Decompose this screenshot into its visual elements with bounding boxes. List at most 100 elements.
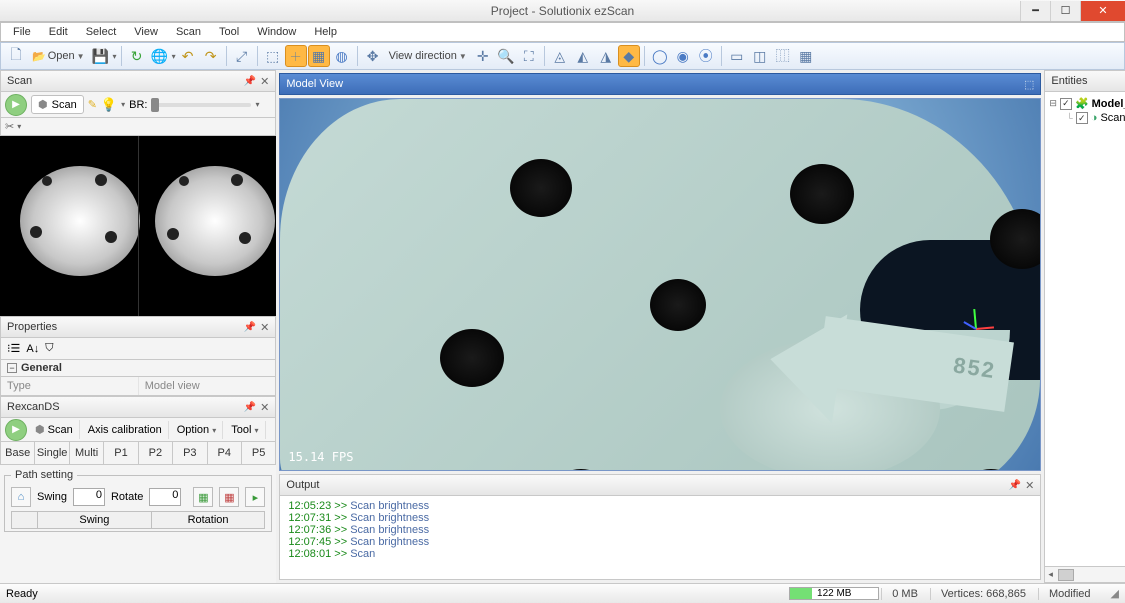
menu-window[interactable]: Window (249, 24, 304, 40)
rex-option-menu[interactable]: Option ▾ (171, 421, 224, 439)
rex-tab-p3[interactable]: P3 (173, 442, 207, 464)
window-close-button[interactable]: ✕ (1080, 1, 1125, 21)
circle-c-icon[interactable]: ⦿ (695, 45, 717, 67)
rex-tab-p2[interactable]: P2 (139, 442, 173, 464)
rex-tab-p4[interactable]: P4 (208, 442, 242, 464)
log-line: 12:05:23 >> Scan brightness (288, 500, 1032, 512)
menu-help[interactable]: Help (306, 24, 345, 40)
output-panel-header[interactable]: Output 📌 ✕ (279, 474, 1041, 496)
close-icon[interactable]: ✕ (260, 401, 269, 414)
maximize-view-icon[interactable]: ⬚ (1024, 78, 1034, 91)
circle-b-icon[interactable]: ◉ (672, 45, 694, 67)
properties-panel-header[interactable]: Properties 📌 ✕ (0, 316, 276, 338)
titlebar: Project - Solutionix ezScan ━ ☐ ✕ (0, 0, 1125, 22)
scissors-icon[interactable]: ✂ (5, 120, 14, 133)
tree-root-row[interactable]: ⊟ ✓ 🧩 Model_140515 (1049, 96, 1125, 111)
close-icon[interactable]: ✕ (260, 321, 269, 334)
menu-scan[interactable]: Scan (168, 24, 209, 40)
layout-3-icon[interactable]: ⿲ (772, 45, 794, 67)
status-vertices: Vertices: 668,865 (930, 588, 1036, 600)
pin-icon[interactable]: 📌 (244, 322, 256, 333)
rex-scan-trigger-button[interactable]: ▶ (5, 419, 27, 441)
surface-orange-icon[interactable]: ▦ (308, 45, 330, 67)
rex-scan-tool[interactable]: ⬢ Scan (29, 420, 80, 439)
sphere-blue-icon[interactable]: ◍ (331, 45, 353, 67)
filter-icon[interactable]: ⛉ (45, 342, 53, 355)
layout-2-icon[interactable]: ◫ (749, 45, 771, 67)
open-button[interactable]: 📂Open▼ (28, 50, 89, 63)
wand-icon[interactable]: ✎ (88, 98, 97, 111)
output-log[interactable]: 12:05:23 >> Scan brightness12:07:31 >> S… (279, 496, 1041, 580)
bulb-icon[interactable]: 💡 (101, 97, 117, 113)
tree-child-row[interactable]: └ ✓ ◑ Scan_140515_12 (1049, 111, 1125, 125)
layout-1-icon[interactable]: ▭ (726, 45, 748, 67)
expander-icon[interactable]: ⊟ (1049, 98, 1057, 109)
rex-tab-p1[interactable]: P1 (104, 442, 138, 464)
scan-chip[interactable]: ⬢Scan (31, 95, 84, 114)
rex-tab-single[interactable]: Single (35, 442, 69, 464)
rotate-input[interactable]: 0 (149, 488, 181, 506)
entities-panel-header[interactable]: Entities 📌 ✕ (1044, 70, 1125, 92)
window-maximize-button[interactable]: ☐ (1050, 1, 1080, 21)
mirror-b-icon[interactable]: ◭ (572, 45, 594, 67)
entities-tree[interactable]: ⊟ ✓ 🧩 Model_140515 └ ✓ ◑ Scan_140515_12 (1044, 92, 1125, 567)
redo-icon[interactable]: ↷ (200, 45, 222, 67)
log-line: 12:07:31 >> Scan brightness (288, 512, 1032, 524)
zoom-fit-icon[interactable]: ⛶ (518, 45, 540, 67)
sort-az-icon[interactable]: A↓ (26, 343, 39, 355)
rexcands-panel-header[interactable]: RexcanDS 📌 ✕ (0, 396, 276, 418)
scan-small-toolbar: ✂▾ (0, 118, 276, 136)
path-table-header: Swing Rotation (11, 511, 265, 529)
swing-input[interactable]: 0 (73, 488, 105, 506)
axis-orange-icon[interactable]: 🞡 (285, 45, 307, 67)
checkbox[interactable]: ✓ (1076, 112, 1088, 124)
model-view-header[interactable]: Model View ⬚ (279, 73, 1041, 95)
rex-axis-calibration[interactable]: Axis calibration (82, 421, 169, 439)
scan-panel-header[interactable]: Scan 📌 ✕ (0, 70, 276, 92)
pin-icon[interactable]: 📌 (244, 402, 256, 413)
model-view-viewport[interactable]: 852 15.14 FPS (279, 98, 1041, 471)
remove-path-icon[interactable]: ▦ (219, 487, 239, 507)
save-icon[interactable]: 💾 (90, 45, 112, 67)
close-icon[interactable]: ✕ (1025, 479, 1034, 492)
zoom-in-icon[interactable]: 🔍 (495, 45, 517, 67)
window-minimize-button[interactable]: ━ (1020, 1, 1050, 21)
checkbox[interactable]: ✓ (1060, 98, 1072, 110)
menu-file[interactable]: File (5, 24, 39, 40)
refresh-green-icon[interactable]: ↻ (126, 45, 148, 67)
menu-select[interactable]: Select (78, 24, 125, 40)
entities-hscroll[interactable]: ◂ ▸ (1044, 567, 1125, 583)
cube-icon[interactable]: ⬚ (262, 45, 284, 67)
apply-path-icon[interactable]: ▸ (245, 487, 265, 507)
pin-icon[interactable]: 📌 (244, 76, 256, 87)
layout-4-icon[interactable]: ▦ (795, 45, 817, 67)
rex-tool-menu[interactable]: Tool ▾ (225, 421, 265, 439)
categorize-icon[interactable]: ⁝☰ (7, 342, 20, 355)
close-icon[interactable]: ✕ (260, 75, 269, 88)
menu-view[interactable]: View (126, 24, 166, 40)
rex-tab-base[interactable]: Base (1, 442, 35, 464)
menu-tool[interactable]: Tool (211, 24, 247, 40)
globe-icon[interactable]: 🌐 (149, 45, 171, 67)
menu-edit[interactable]: Edit (41, 24, 76, 40)
home-icon[interactable]: ⌂ (11, 487, 31, 507)
rotate-label: Rotate (111, 491, 143, 503)
mirror-d-icon[interactable]: ◆ (618, 45, 640, 67)
crosshair-icon[interactable]: ✛ (472, 45, 494, 67)
new-file-icon[interactable]: 🗋 (5, 45, 27, 67)
view-direction-dropdown[interactable]: View direction▼ (385, 50, 471, 62)
fit-icon[interactable]: ⤢ (231, 45, 253, 67)
undo-icon[interactable]: ↶ (177, 45, 199, 67)
add-path-icon[interactable]: ▦ (193, 487, 213, 507)
rex-tab-p5[interactable]: P5 (242, 442, 275, 464)
mirror-c-icon[interactable]: ◮ (595, 45, 617, 67)
properties-group-general[interactable]: − General (0, 360, 276, 377)
pin-icon[interactable]: 📌 (1009, 480, 1021, 491)
mirror-a-icon[interactable]: ◬ (549, 45, 571, 67)
main-toolbar: 🗋 📂Open▼ 💾▾ ↻ 🌐▾ ↶ ↷ ⤢ ⬚ 🞡 ▦ ◍ ✥ View di… (0, 42, 1125, 70)
compass-icon[interactable]: ✥ (362, 45, 384, 67)
rex-tab-multi[interactable]: Multi (70, 442, 104, 464)
circle-a-icon[interactable]: ◯ (649, 45, 671, 67)
scan-trigger-button[interactable]: ▶ (5, 94, 27, 116)
brightness-slider[interactable] (151, 103, 251, 107)
